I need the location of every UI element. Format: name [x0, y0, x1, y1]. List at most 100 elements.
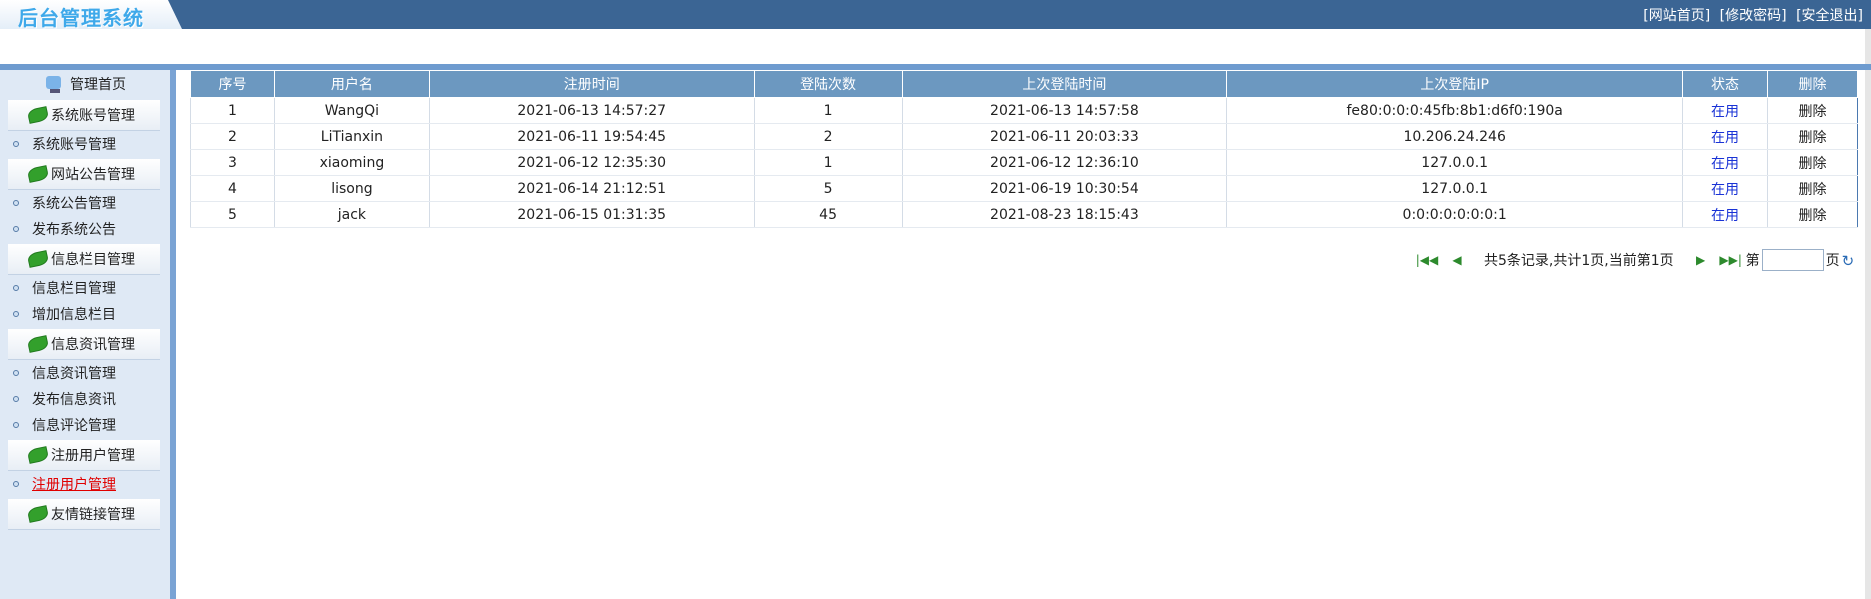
table-row: 3 xiaoming 2021-06-12 12:35:30 1 2021-06… [190, 149, 1858, 176]
menu-group-announcement: 网站公告管理 系统公告管理 发布系统公告 [0, 159, 170, 242]
sidebar-item-label: 信息评论管理 [32, 418, 116, 434]
leaf-icon [26, 505, 50, 523]
sidebar-item-label: 增加信息栏目 [32, 307, 116, 323]
cell-index: 5 [190, 201, 275, 228]
table-header-row: 序号 用户名 注册时间 登陆次数 上次登陆时间 上次登陆IP 状态 删除 [190, 70, 1858, 98]
sidebar-item-column-add[interactable]: 增加信息栏目 [0, 301, 170, 327]
site-home-link[interactable]: [网站首页] [1643, 8, 1710, 24]
bullet-icon [13, 422, 19, 428]
delete-link[interactable]: 删除 [1767, 175, 1858, 202]
menu-head-users[interactable]: 注册用户管理 [8, 440, 160, 471]
page-number-input[interactable] [1761, 249, 1824, 271]
change-password-link[interactable]: [修改密码] [1720, 8, 1787, 24]
cell-last-login-ip: fe80:0:0:0:45fb:8b1:d6f0:190a [1226, 97, 1683, 124]
cell-last-login-time: 2021-06-13 14:57:58 [901, 97, 1227, 124]
status-link[interactable]: 在用 [1682, 97, 1768, 124]
status-link[interactable]: 在用 [1682, 149, 1768, 176]
cell-username: lisong [273, 175, 430, 202]
menu-head-label: 系统账号管理 [51, 108, 135, 124]
bullet-icon [13, 481, 19, 487]
sidebar: 管理首页 系统账号管理 系统账号管理 网站公告管理 系统公告管理 发布系统公告 … [0, 70, 176, 599]
menu-head-announcement[interactable]: 网站公告管理 [8, 159, 160, 190]
bullet-icon [13, 226, 19, 232]
sidebar-item-label: 系统公告管理 [32, 196, 116, 212]
sidebar-item-label: 系统账号管理 [32, 137, 116, 153]
sidebar-item-label: 注册用户管理 [32, 477, 116, 493]
col-header-last-login-ip: 上次登陆IP [1226, 70, 1684, 98]
sidebar-item-users-manage[interactable]: 注册用户管理 [0, 471, 170, 497]
delete-link[interactable]: 删除 [1767, 97, 1858, 124]
status-link[interactable]: 在用 [1682, 201, 1768, 228]
sidebar-item-column-manage[interactable]: 信息栏目管理 [0, 275, 170, 301]
delete-link[interactable]: 删除 [1767, 201, 1858, 228]
status-link[interactable]: 在用 [1682, 175, 1768, 202]
logo: 后台管理系统 [0, 0, 182, 29]
col-header-username: 用户名 [273, 70, 430, 98]
menu-group-system-account: 系统账号管理 系统账号管理 [0, 100, 170, 157]
cell-last-login-ip: 0:0:0:0:0:0:0:1 [1226, 201, 1683, 228]
sidebar-item-announcement-publish[interactable]: 发布系统公告 [0, 216, 170, 242]
first-page-icon[interactable]: |◀◀ [1416, 252, 1439, 268]
cell-login-count: 45 [753, 201, 903, 228]
table-row: 4 lisong 2021-06-14 21:12:51 5 2021-06-1… [190, 175, 1858, 202]
sidebar-item-news-comments[interactable]: 信息评论管理 [0, 412, 170, 438]
menu-head-label: 网站公告管理 [51, 167, 135, 183]
menu-head-system-account[interactable]: 系统账号管理 [8, 100, 160, 131]
menu-head-news[interactable]: 信息资讯管理 [8, 329, 160, 360]
delete-link[interactable]: 删除 [1767, 149, 1858, 176]
menu-head-label: 信息栏目管理 [51, 252, 135, 268]
col-header-register-time: 注册时间 [428, 70, 755, 98]
page-prefix: 第 [1745, 253, 1760, 269]
sidebar-item-news-publish[interactable]: 发布信息资讯 [0, 386, 170, 412]
cell-last-login-ip: 127.0.0.1 [1226, 175, 1683, 202]
menu-group-column: 信息栏目管理 信息栏目管理 增加信息栏目 [0, 244, 170, 327]
menu-head-column[interactable]: 信息栏目管理 [8, 244, 160, 275]
leaf-icon [26, 250, 50, 268]
cell-register-time: 2021-06-13 14:57:27 [428, 97, 755, 124]
bullet-icon [13, 311, 19, 317]
users-table: 序号 用户名 注册时间 登陆次数 上次登陆时间 上次登陆IP 状态 删除 1 W… [190, 70, 1858, 228]
menu-group-users: 注册用户管理 注册用户管理 [0, 440, 170, 497]
leaf-icon [26, 165, 50, 183]
cell-login-count: 5 [753, 175, 903, 202]
delete-link[interactable]: 删除 [1767, 123, 1858, 150]
menu-head-label: 注册用户管理 [51, 448, 135, 464]
table-row: 1 WangQi 2021-06-13 14:57:27 1 2021-06-1… [190, 97, 1858, 124]
menu-head-label: 信息资讯管理 [51, 337, 135, 353]
cell-index: 2 [190, 123, 275, 150]
sub-header [0, 29, 1871, 64]
cell-username: jack [273, 201, 430, 228]
cell-login-count: 2 [753, 123, 903, 150]
sidebar-item-system-account[interactable]: 系统账号管理 [0, 131, 170, 157]
status-link[interactable]: 在用 [1682, 123, 1768, 150]
prev-page-icon[interactable]: ◀ [1446, 252, 1468, 268]
go-refresh-icon[interactable]: ↻ [1842, 252, 1858, 270]
menu-group-links: 友情链接管理 [0, 499, 170, 530]
pagination: |◀◀ ◀ 共5条记录,共计1页,当前第1页 ▶ ▶▶| 第 页 ↻ [1412, 249, 1858, 271]
sidebar-item-announcement-manage[interactable]: 系统公告管理 [0, 190, 170, 216]
cell-register-time: 2021-06-12 12:35:30 [428, 149, 755, 176]
next-page-icon[interactable]: ▶ [1690, 252, 1712, 268]
menu-head-links[interactable]: 友情链接管理 [8, 499, 160, 530]
right-edge [1865, 29, 1871, 599]
cell-username: xiaoming [273, 149, 430, 176]
cell-register-time: 2021-06-11 19:54:45 [428, 123, 755, 150]
col-header-last-login-time: 上次登陆时间 [901, 70, 1228, 98]
last-page-icon[interactable]: ▶▶| [1719, 252, 1742, 268]
bullet-icon [13, 141, 19, 147]
top-links: [网站首页] [修改密码] [安全退出] [1638, 5, 1863, 25]
sidebar-home-label: 管理首页 [70, 77, 126, 93]
leaf-icon [26, 106, 50, 124]
cell-login-count: 1 [753, 97, 903, 124]
sidebar-home[interactable]: 管理首页 [0, 70, 170, 98]
cell-index: 3 [190, 149, 275, 176]
logo-text: 后台管理系统 [18, 6, 144, 30]
menu-head-label: 友情链接管理 [51, 507, 135, 523]
bullet-icon [13, 370, 19, 376]
cell-last-login-ip: 127.0.0.1 [1226, 149, 1683, 176]
cell-last-login-time: 2021-06-19 10:30:54 [901, 175, 1227, 202]
logout-link[interactable]: [安全退出] [1796, 8, 1863, 24]
sidebar-item-news-manage[interactable]: 信息资讯管理 [0, 360, 170, 386]
table-row: 2 LiTianxin 2021-06-11 19:54:45 2 2021-0… [190, 123, 1858, 150]
sidebar-item-label: 发布系统公告 [32, 222, 116, 238]
